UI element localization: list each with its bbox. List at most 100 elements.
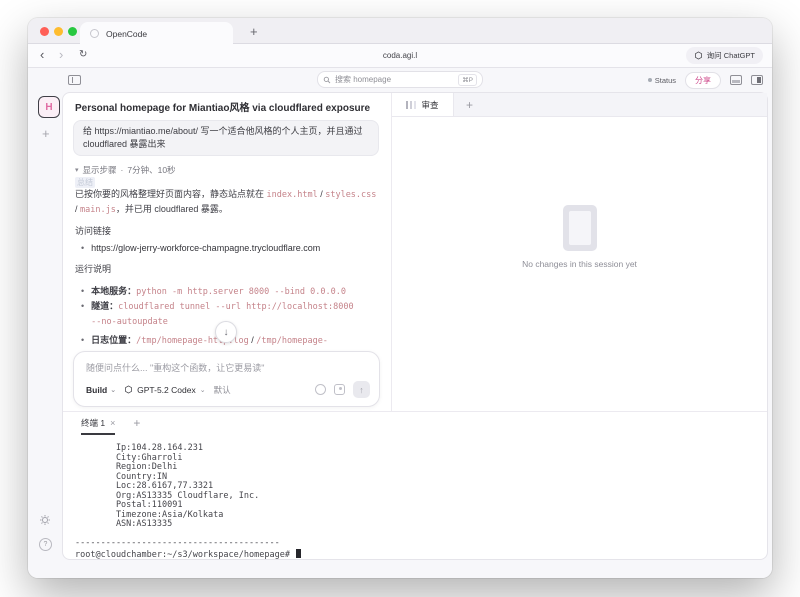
terminal-line: City:Gharroli xyxy=(75,454,759,464)
ask-chatgpt-label: 询问 ChatGPT xyxy=(707,50,755,61)
workspace-button[interactable]: H xyxy=(38,96,60,118)
arrow-down-icon: ↓ xyxy=(224,327,229,338)
run-heading: 运行说明 xyxy=(75,262,111,275)
terminal-tab-bar: 终端 1 × + xyxy=(81,417,140,435)
tunnel-link[interactable]: https://glow-jerry-workforce-champagne.t… xyxy=(91,241,320,255)
summary-text: ，并已用 cloudflared 暴露。 xyxy=(116,204,228,214)
terminal-prompt-line: root@cloudchamber:~/s3/workspace/homepag… xyxy=(75,549,759,561)
show-steps-toggle[interactable]: ▾ 显示步骤 · 7分钟、10秒 xyxy=(75,164,176,176)
access-link-item: • https://glow-jerry-workforce-champagne… xyxy=(81,241,320,255)
chevron-down-icon: ⌄ xyxy=(110,386,116,394)
help-icon[interactable]: ? xyxy=(39,538,52,551)
inline-code: styles.css xyxy=(325,190,376,200)
terminal-prompt: root@cloudchamber:~/s3/workspace/homepag… xyxy=(75,550,295,560)
steps-separator: · xyxy=(121,165,124,175)
tab-terminal-1[interactable]: 终端 1 × xyxy=(81,417,115,435)
url-bar[interactable]: coda.agi.l xyxy=(28,51,772,60)
new-session-button[interactable]: + xyxy=(42,126,50,141)
inline-code: main.js xyxy=(80,205,116,215)
share-button[interactable]: 分享 xyxy=(685,72,721,89)
workspace-initial: H xyxy=(45,102,52,113)
new-tab-button[interactable]: + xyxy=(250,22,258,42)
new-terminal-button[interactable]: + xyxy=(133,417,140,429)
empty-state-text: No changes in this session yet xyxy=(392,259,767,269)
browser-navbar: ‹ › ↻ coda.agi.l 询问 ChatGPT xyxy=(28,44,772,68)
session-title: Personal homepage for Miantiao风格 via clo… xyxy=(75,99,383,114)
toolbar-right-cluster: Status 分享 xyxy=(648,68,763,92)
composer-controls: Build ⌄ GPT-5.2 Codex ⌄ 默认 xyxy=(86,381,370,398)
minimize-window-button[interactable] xyxy=(54,27,63,36)
user-message: 给 https://miantiao.me/about/ 写一个适合他风格的个人… xyxy=(73,120,379,156)
terminal-output[interactable]: Ip:104.28.164.231 City:Gharroli Region:D… xyxy=(75,444,759,560)
search-placeholder: 搜索 homepage xyxy=(335,74,454,85)
steps-chevron-icon: ▾ xyxy=(75,166,79,174)
bottom-panel-icon[interactable] xyxy=(730,75,742,85)
link-heading: 访问链接 xyxy=(75,224,111,237)
diff-columns-icon xyxy=(406,101,416,109)
review-panel: 审查 + No changes in this session yet xyxy=(392,93,767,412)
tab-review[interactable]: 审查 xyxy=(392,93,454,116)
workspace-card: Personal homepage for Miantiao风格 via clo… xyxy=(62,92,768,560)
send-button[interactable]: ↑ xyxy=(353,381,370,398)
status-label: Status xyxy=(655,76,676,85)
summary-text: 已按你要的风格整理好页面内容，静态站点就在 xyxy=(75,189,267,199)
terminal-tab-label: 终端 1 xyxy=(81,417,105,429)
bullet-label: 日志位置： xyxy=(91,335,136,345)
model-dropdown[interactable]: GPT-5.2 Codex ⌄ xyxy=(124,385,205,395)
voice-record-icon[interactable] xyxy=(315,384,326,395)
attach-image-icon[interactable] xyxy=(334,384,345,395)
composer[interactable]: 随便问点什么... "重构这个函数，让它更易读" Build ⌄ GPT-5.2… xyxy=(73,351,380,407)
tab-title: OpenCode xyxy=(106,29,147,39)
chat-panel: Personal homepage for Miantiao风格 via clo… xyxy=(63,93,392,412)
empty-state-file-inner xyxy=(569,211,591,245)
terminal-cursor xyxy=(296,549,301,558)
search-shortcut-badge: ⌘P xyxy=(458,74,477,86)
bullet-label: 本地服务： xyxy=(91,286,136,296)
bullet-icon: • xyxy=(81,284,84,299)
browser-tab-opencode[interactable]: OpenCode xyxy=(80,22,233,45)
maximize-window-button[interactable] xyxy=(68,27,77,36)
review-tab-label: 审查 xyxy=(421,99,438,111)
opencode-app: 搜索 homepage ⌘P Status 分享 H + ? xyxy=(28,68,772,578)
terminal-line: ---------------------------------------- xyxy=(75,539,759,549)
steps-duration: 7分钟、10秒 xyxy=(127,164,175,176)
right-panel-icon[interactable] xyxy=(751,75,763,85)
mode-dropdown[interactable]: Build ⌄ xyxy=(86,385,116,395)
empty-state-file-icon xyxy=(563,205,597,251)
status-indicator[interactable]: Status xyxy=(648,76,676,85)
app-toolbar: 搜索 homepage ⌘P Status 分享 xyxy=(28,68,772,92)
inline-code: python -m http.server 8000 --bind 0.0.0.… xyxy=(136,287,346,297)
search-icon xyxy=(323,76,331,84)
chevron-down-icon: ⌄ xyxy=(200,386,206,394)
composer-placeholder: 随便问点什么... "重构这个函数，让它更易读" xyxy=(86,361,264,374)
terminal-line: ASN:AS13335 xyxy=(75,520,759,530)
arrow-up-icon: ↑ xyxy=(359,385,364,395)
openai-logo-icon xyxy=(694,51,703,60)
browser-tab-strip: OpenCode + xyxy=(28,18,772,44)
bullet-icon: • xyxy=(81,299,84,329)
steps-label: 显示步骤 xyxy=(83,164,117,176)
add-review-tab-button[interactable]: + xyxy=(466,93,473,116)
openai-logo-icon xyxy=(124,385,133,394)
scroll-to-bottom-button[interactable]: ↓ xyxy=(215,321,237,343)
bullet-icon: • xyxy=(81,241,84,255)
left-rail: H + ? xyxy=(28,92,62,578)
sidebar-toggle-icon[interactable] xyxy=(68,75,81,85)
search-input[interactable]: 搜索 homepage ⌘P xyxy=(317,71,483,88)
close-icon[interactable]: × xyxy=(110,418,115,428)
status-dot xyxy=(648,78,652,82)
assistant-summary: 已按你要的风格整理好页面内容，静态站点就在 index.html / style… xyxy=(75,187,378,217)
terminal-line: Region:Delhi xyxy=(75,463,759,473)
model-label: GPT-5.2 Codex xyxy=(137,385,196,395)
preset-label[interactable]: 默认 xyxy=(214,384,231,396)
close-window-button[interactable] xyxy=(40,27,49,36)
tab-favicon-icon xyxy=(90,29,99,38)
list-item: • 本地服务：python -m http.server 8000 --bind… xyxy=(81,284,346,299)
terminal-panel: 终端 1 × + Ip:104.28.164.231 City:Gharroli… xyxy=(63,412,767,559)
ask-chatgpt-button[interactable]: 询问 ChatGPT xyxy=(686,47,763,64)
bullet-label: 隧道： xyxy=(91,301,118,311)
inline-code: index.html xyxy=(267,190,318,200)
settings-gear-icon[interactable] xyxy=(39,513,51,531)
review-tab-bar: 审查 + xyxy=(392,93,767,117)
browser-window: OpenCode + ‹ › ↻ coda.agi.l 询问 ChatGPT 搜… xyxy=(28,18,772,578)
